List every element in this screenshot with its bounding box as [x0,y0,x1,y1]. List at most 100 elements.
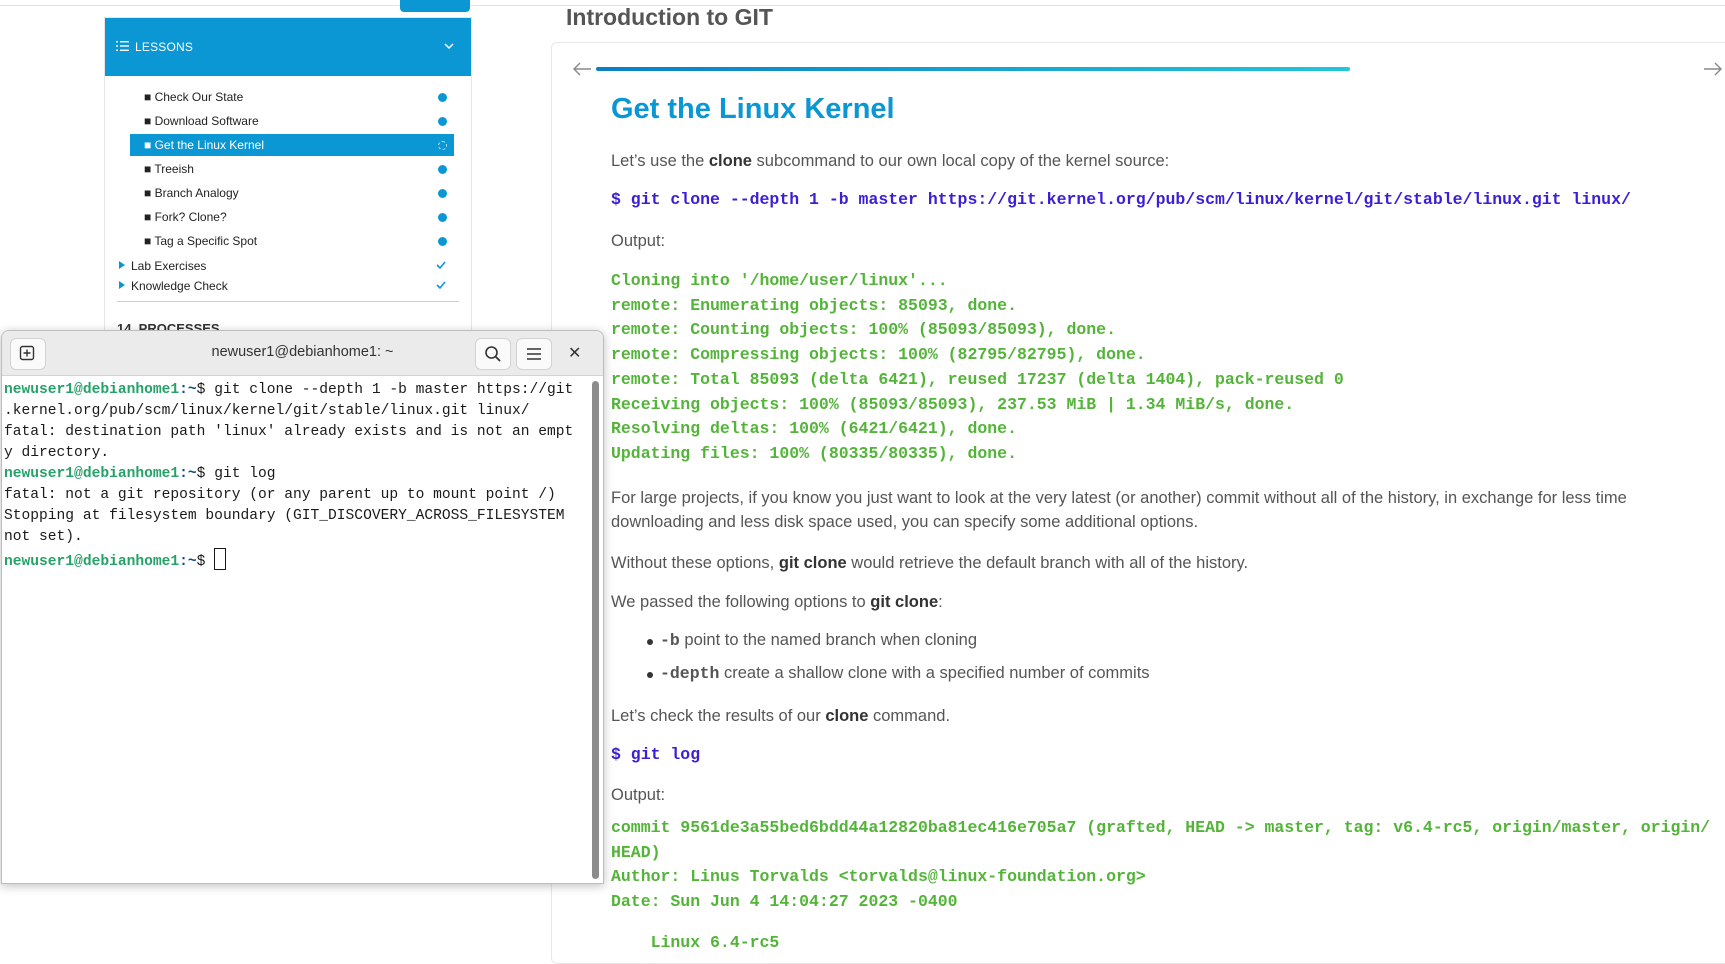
group-item-lab-exercises[interactable]: Lab Exercises [117,256,454,276]
text: would retrieve the default branch with a… [846,554,1249,572]
bold-text: git clone [778,554,847,572]
log-command: $ git log [611,745,701,764]
bold-text: clone [708,152,752,170]
lesson-item-fork-clone[interactable]: ■ Fork? Clone? [130,206,454,228]
output-line: Date: Sun Jun 4 14:04:27 2023 -0400 [611,892,958,912]
search-button[interactable] [475,338,511,370]
output-line: HEAD) [611,842,661,862]
text: : [938,593,943,611]
option-desc: create a shallow clone with a specified … [719,664,1150,682]
output-line: remote: Counting objects: 100% (85093/85… [611,320,1116,340]
lesson-item-tag-a-specific-spot[interactable]: ■ Tag a Specific Spot [130,230,454,252]
group-label: Knowledge Check [131,279,228,293]
arrow-right-icon[interactable] [1702,60,1724,78]
check-icon [436,261,446,270]
prompt-user: newuser1@debianhome1 [4,466,180,482]
lesson-item-branch-analogy[interactable]: ■ Branch Analogy [130,182,454,204]
terminal-scrollbar[interactable] [592,381,599,879]
lesson-progress-bar [596,67,1350,71]
large-projects-paragraph: For large projects, if you know you just… [611,489,1627,531]
output-line: remote: Enumerating objects: 85093, done… [611,295,1017,315]
terminal-output[interactable]: newuser1@debianhome1:~$ git clone --dept… [4,380,590,573]
output-line: Receiving objects: 100% (85093/85093), 2… [611,394,1295,414]
passed-options-paragraph: We passed the following options to git c… [611,590,943,614]
text: Let’s use the [611,152,709,170]
lessons-title: LESSONS [135,40,194,54]
sidebar-divider [117,301,459,302]
prompt-symbol: $ [196,466,215,482]
terminal-window[interactable]: newuser1@debianhome1: ~ ✕ newuser1@debia… [1,330,604,884]
close-button[interactable]: ✕ [568,343,581,363]
group-item-knowledge-check[interactable]: Knowledge Check [117,276,454,296]
lesson-label: ■ Branch Analogy [144,186,239,200]
check-icon [436,281,446,290]
text: We passed the following options to [611,593,871,611]
output-line: Resolving deltas: 100% (6421/6421), done… [611,419,1017,439]
without-options-paragraph: Without these options, git clone would r… [611,551,1248,575]
lesson-item-treeish[interactable]: ■ Treeish [130,158,454,180]
option-item-depth: -depth create a shallow clone with a spe… [647,664,1150,683]
lesson-label: ■ Fork? Clone? [144,210,227,224]
lesson-heading: Get the Linux Kernel [611,93,895,125]
status-dot-icon [438,93,447,102]
check-results-paragraph: Let’s check the results of our clone com… [611,704,950,728]
lesson-item-check-our-state[interactable]: ■ Check Our State [130,86,454,108]
log-output: commit 9561de3a55bed6bdd44a12820ba81ec41… [611,816,1710,956]
status-dot-icon [438,189,447,198]
list-icon [116,41,129,51]
output-line: Linux 6.4-rc5 [611,932,780,952]
text: subcommand to our own local copy of the … [751,152,1170,170]
chevron-down-icon[interactable] [443,40,455,52]
text: Let’s check the results of our [611,707,826,725]
prompt-path: :~ [179,554,197,570]
lesson-label: ■ Check Our State [144,90,244,104]
prompt-user: newuser1@debianhome1 [4,382,180,398]
terminal-error: fatal: not a git repository (or any pare… [4,487,556,503]
output-line: Cloning into '/home/user/linux'... [611,271,948,290]
option-desc: point to the named branch when cloning [679,631,978,649]
output-label: Output: [611,232,666,250]
status-dot-icon [438,237,447,246]
caret-right-icon [119,261,125,269]
close-icon: ✕ [568,345,582,362]
menu-button[interactable] [516,338,552,370]
output-line: remote: Total 85093 (delta 6421), reused… [611,369,1344,389]
text: command. [868,707,951,725]
output-line: Author: Linus Torvalds <torvalds@linux-f… [611,867,1146,887]
output-line: commit 9561de3a55bed6bdd44a12820ba81ec41… [611,818,1711,837]
arrow-left-icon[interactable] [571,60,593,78]
lesson-item-download-software[interactable]: ■ Download Software [130,110,454,132]
output-line: remote: Compressing objects: 100% (82795… [611,345,1146,365]
status-dot-icon [438,117,447,126]
option-item-b: -b point to the named branch when clonin… [646,631,978,650]
terminal-cursor [214,548,227,570]
hamburger-menu-icon [527,348,541,360]
page-title: Introduction to GIT [566,4,773,30]
terminal-error: fatal: destination path 'linux' already … [4,424,574,440]
terminal-command: git log [214,466,276,482]
terminal-title: newuser1@debianhome1: ~ [211,344,394,360]
search-icon [485,346,501,362]
group-label: Lab Exercises [131,259,207,273]
lessons-header[interactable]: LESSONS [105,18,471,76]
lesson-label: ■ Get the Linux Kernel [144,138,264,152]
option-flag: -b [660,631,680,650]
bold-text: clone [825,707,869,725]
terminal-error: Stopping at filesystem boundary (GIT_DIS… [4,508,565,524]
output-line: Updating files: 100% (80335/80335), done… [611,443,1017,463]
in-progress-icon [438,141,447,150]
option-flag: -depth [660,664,720,683]
terminal-error: y directory. [4,445,110,461]
output-label-2: Output: [611,786,666,804]
terminal-titlebar[interactable]: newuser1@debianhome1: ~ ✕ [2,331,603,376]
lesson-item-get-the-linux-kernel[interactable]: ■ Get the Linux Kernel [130,134,454,156]
clone-output: Cloning into '/home/user/linux'... remote… [611,269,1344,467]
terminal-command: git clone --depth 1 -b master https://gi… [214,382,574,398]
prompt-path: :~ [179,466,197,482]
status-dot-icon [438,213,447,222]
top-tab[interactable] [400,0,470,12]
terminal-error: not set). [4,529,83,545]
lesson-label: ■ Download Software [144,114,259,128]
prompt-symbol: $ [196,382,215,398]
